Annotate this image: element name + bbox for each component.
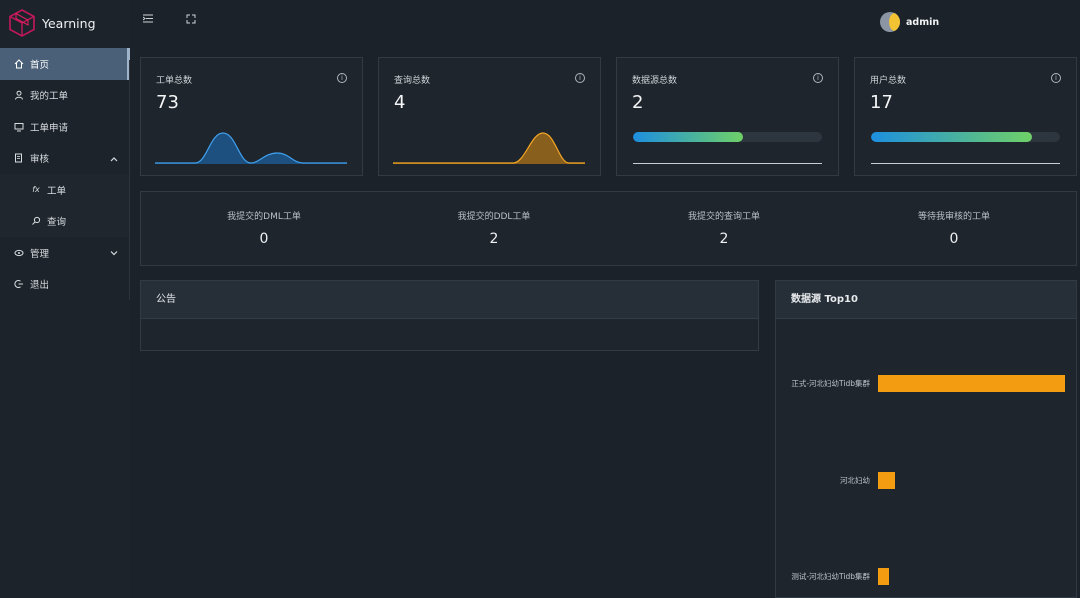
sidebar-item-label: 管理 — [30, 248, 50, 260]
bar[interactable] — [878, 472, 895, 489]
sidebar-item-label: 我的工单 — [30, 91, 69, 103]
orders-sparkline — [155, 132, 347, 164]
sidebar-item-orders[interactable]: fx 工单 — [0, 174, 130, 206]
summary-value: 0 — [259, 231, 269, 247]
sidebar-item-apply[interactable]: 工单申请 — [0, 111, 130, 143]
stat-card-queries: 查询总数 i 4 — [378, 57, 601, 176]
sidebar-menu: 首页 我的工单 工单申请 审核 fx 工单 查询 管理 退出 — [0, 48, 130, 300]
sidebar-divider — [129, 60, 130, 300]
stat-card-users: 用户总数 i 17 — [854, 57, 1077, 176]
username: admin — [906, 16, 940, 28]
bar-label: 河北妇幼 — [840, 476, 870, 485]
summary-label: 我提交的查询工单 — [687, 212, 760, 222]
monitor-icon — [14, 122, 24, 132]
sidebar-item-label: 审核 — [30, 154, 50, 166]
logo[interactable]: Yearning — [7, 8, 96, 38]
user-menu[interactable]: admin — [880, 12, 939, 32]
datasource-progress-bar — [633, 132, 822, 142]
summary-panel: 我提交的DML工单 0 我提交的DDL工单 2 我提交的查询工单 2 等待我审核… — [140, 191, 1077, 266]
stat-card-datasources: 数据源总数 i 2 — [616, 57, 839, 176]
progress-fill — [633, 132, 743, 142]
sidebar-item-label: 查询 — [47, 217, 67, 229]
info-icon[interactable]: i — [1051, 73, 1061, 83]
sidebar-item-logout[interactable]: 退出 — [0, 269, 130, 301]
card-title: 用户总数 — [870, 76, 907, 86]
sidebar-item-query[interactable]: 查询 — [0, 205, 130, 237]
fx-icon: fx — [32, 185, 40, 195]
summary-query[interactable]: 我提交的查询工单 2 — [649, 209, 799, 247]
info-icon[interactable]: i — [337, 73, 347, 83]
stat-card-orders: 工单总数 i 73 — [140, 57, 363, 176]
audit-icon — [14, 153, 24, 163]
card-title: 工单总数 — [156, 76, 193, 86]
chevron-up-icon — [110, 154, 118, 165]
bar[interactable] — [878, 375, 1065, 392]
sidebar-item-label: 工单申请 — [30, 122, 69, 134]
logout-icon — [14, 279, 24, 289]
progress-fill — [871, 132, 1032, 142]
home-icon — [14, 59, 24, 69]
sidebar-item-manage[interactable]: 管理 — [0, 237, 130, 269]
settings-icon — [14, 248, 24, 258]
sidebar-item-my-orders[interactable]: 我的工单 — [0, 80, 130, 112]
avatar — [880, 12, 900, 32]
divider — [871, 163, 1060, 164]
summary-label: 我提交的DDL工单 — [457, 212, 531, 222]
summary-label: 等待我审核的工单 — [917, 212, 990, 222]
sidebar-item-audit[interactable]: 审核 — [0, 143, 130, 175]
top10-title: 数据源 Top10 — [776, 281, 1076, 319]
bar-label: 正式-河北妇幼Tidb集群 — [791, 379, 870, 388]
chevron-down-icon — [110, 248, 118, 259]
summary-ddl[interactable]: 我提交的DDL工单 2 — [419, 209, 569, 247]
summary-value: 2 — [489, 231, 499, 247]
divider — [633, 163, 822, 164]
search-icon — [31, 216, 41, 226]
summary-value: 0 — [949, 231, 959, 247]
bar[interactable] — [878, 568, 890, 585]
info-icon[interactable]: i — [813, 73, 823, 83]
summary-label: 我提交的DML工单 — [227, 212, 301, 222]
summary-pending[interactable]: 等待我审核的工单 0 — [879, 209, 1029, 247]
fullscreen-icon[interactable] — [186, 14, 196, 27]
card-value: 2 — [632, 92, 644, 113]
bar-label: 测试-河北妇幼Tidb集群 — [791, 572, 870, 581]
sidebar-item-label: 首页 — [30, 59, 50, 71]
summary-dml[interactable]: 我提交的DML工单 0 — [189, 209, 339, 247]
card-title: 数据源总数 — [632, 76, 678, 86]
card-title: 查询总数 — [394, 76, 431, 86]
datasource-top10-panel: 数据源 Top10 正式-河北妇幼Tidb集群河北妇幼测试-河北妇幼Tidb集群 — [775, 280, 1077, 598]
card-value: 73 — [156, 92, 179, 113]
sidebar-item-home[interactable]: 首页 — [0, 48, 130, 80]
notice-title: 公告 — [141, 281, 758, 319]
queries-sparkline — [393, 132, 585, 164]
info-icon[interactable]: i — [575, 73, 585, 83]
yearning-logo-icon — [9, 9, 35, 37]
users-progress-bar — [871, 132, 1060, 142]
sidebar: Yearning 首页 我的工单 工单申请 审核 fx 工单 查询 管理 退出 — [0, 0, 130, 598]
card-value: 4 — [394, 92, 406, 113]
notice-panel: 公告 — [140, 280, 759, 351]
sidebar-item-label: 工单 — [47, 185, 67, 197]
sidebar-item-label: 退出 — [30, 280, 50, 292]
card-value: 17 — [870, 92, 893, 113]
menu-toggle-icon[interactable] — [142, 14, 153, 26]
app-name: Yearning — [42, 15, 96, 31]
user-icon — [14, 90, 24, 100]
summary-value: 2 — [719, 231, 729, 247]
